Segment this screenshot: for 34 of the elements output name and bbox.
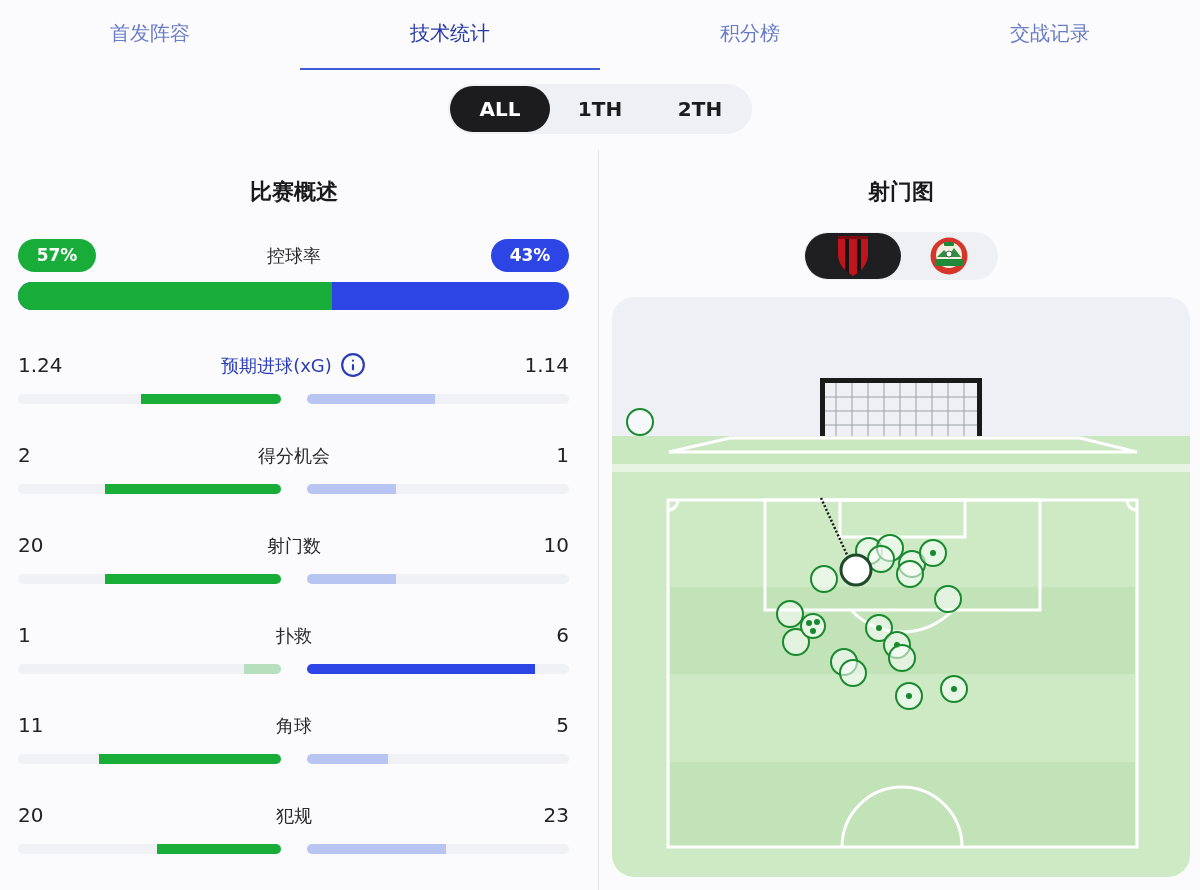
- home-value: 1: [18, 622, 31, 649]
- period-tab[interactable]: 2TH: [650, 86, 750, 132]
- stat-label: 射门数: [266, 533, 321, 558]
- tab[interactable]: 技术统计: [300, 0, 600, 70]
- tab[interactable]: 首发阵容: [0, 0, 300, 70]
- away-value: 23: [543, 802, 569, 829]
- home-value: 2: [18, 442, 31, 469]
- home-possession-pill: 57%: [18, 239, 96, 272]
- home-value: 20: [18, 802, 44, 829]
- home-value: 1.24: [18, 352, 63, 379]
- info-icon[interactable]: [339, 352, 366, 378]
- home-value: 20: [18, 532, 44, 559]
- round-logo-icon: [929, 237, 968, 275]
- tab[interactable]: 积分榜: [600, 0, 900, 70]
- away-value: 1.14: [524, 352, 569, 379]
- stat-label: 控球率: [266, 244, 321, 268]
- section-title: 射门图: [867, 178, 934, 205]
- home-value: 11: [18, 712, 44, 739]
- stat-label: 预期进球(xG): [221, 353, 332, 378]
- away-value: 6: [556, 622, 569, 649]
- shield-logo-icon: [836, 235, 869, 277]
- period-tab[interactable]: ALL: [450, 86, 550, 132]
- stat-label: 得分机会: [257, 443, 330, 468]
- period-tab[interactable]: 1TH: [550, 86, 650, 132]
- team-tab[interactable]: [804, 233, 901, 279]
- stat-label: 犯规: [275, 803, 312, 828]
- section-title: 比赛概述: [248, 178, 339, 205]
- stat-label: 角球: [275, 713, 312, 738]
- away-value: 10: [543, 532, 569, 559]
- stat-label: 扑救: [275, 623, 312, 648]
- away-possession-pill: 43%: [491, 239, 569, 272]
- tab[interactable]: 交战记录: [900, 0, 1200, 70]
- away-value: 5: [556, 712, 569, 739]
- away-value: 1: [556, 442, 569, 469]
